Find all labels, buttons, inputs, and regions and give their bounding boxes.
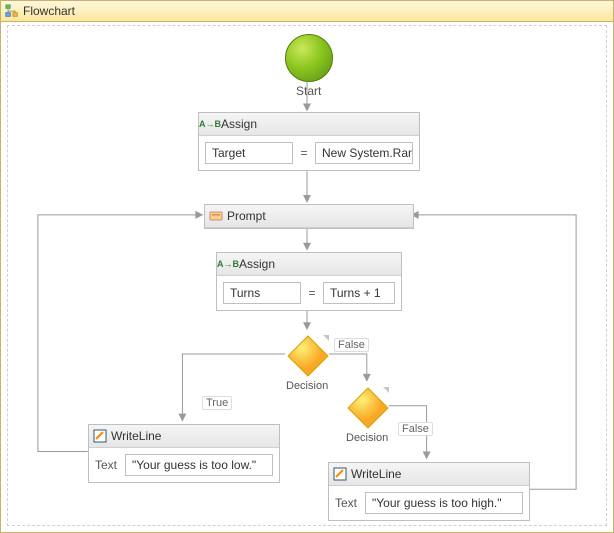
writeline-icon — [93, 429, 107, 443]
start-label: Start — [296, 84, 321, 98]
activity-title: Assign — [239, 257, 275, 271]
decision-true-label: True — [202, 396, 232, 410]
activity-header: WriteLine — [89, 425, 279, 448]
decision-false-label: False — [398, 422, 433, 436]
flowchart-titlebar: Flowchart — [1, 1, 613, 22]
assign-value-field[interactable]: Turns + 1 — [323, 282, 395, 304]
property-label: Text — [95, 458, 117, 472]
assign-icon: A→B — [221, 257, 235, 271]
assign-target-activity[interactable]: A→B Assign Target = New System.Randc — [198, 112, 420, 171]
equals-label: = — [297, 146, 311, 160]
assign-icon: A→B — [203, 117, 217, 131]
activity-title: Assign — [221, 117, 257, 131]
prompt-icon — [209, 209, 223, 223]
decision-label: Decision — [346, 432, 388, 444]
writeline-low-activity[interactable]: WriteLine Text "Your guess is too low." — [88, 424, 280, 483]
assign-turns-activity[interactable]: A→B Assign Turns = Turns + 1 — [216, 252, 402, 311]
assign-value-field[interactable]: New System.Randc — [315, 142, 413, 164]
decision-false-label: False — [334, 338, 369, 352]
prompt-activity[interactable]: Prompt — [204, 204, 414, 229]
property-label: Text — [335, 496, 357, 510]
expand-marker-icon — [323, 335, 329, 341]
writeline-text-field[interactable]: "Your guess is too high." — [365, 492, 523, 514]
assign-to-field[interactable]: Turns — [223, 282, 301, 304]
writeline-text-field[interactable]: "Your guess is too low." — [125, 454, 273, 476]
assign-to-field[interactable]: Target — [205, 142, 293, 164]
writeline-icon — [333, 467, 347, 481]
decision-2[interactable] — [346, 386, 390, 430]
design-surface[interactable]: Start A→B Assign Target = New System.Ran… — [7, 25, 607, 526]
activity-header: A→B Assign — [199, 113, 419, 136]
activity-title: WriteLine — [351, 467, 401, 481]
activity-header: Prompt — [205, 205, 413, 228]
activity-title: WriteLine — [111, 429, 161, 443]
activity-header: WriteLine — [329, 463, 529, 486]
decision-1[interactable] — [286, 334, 330, 378]
writeline-high-activity[interactable]: WriteLine Text "Your guess is too high." — [328, 462, 530, 521]
start-node[interactable] — [285, 34, 333, 82]
equals-label: = — [305, 286, 319, 300]
flowchart-icon — [5, 4, 19, 18]
flowchart-designer[interactable]: Flowchart — [0, 0, 614, 533]
activity-header: A→B Assign — [217, 253, 401, 276]
flowchart-title: Flowchart — [23, 4, 75, 18]
decision-label: Decision — [286, 380, 328, 392]
expand-marker-icon — [383, 387, 389, 393]
activity-title: Prompt — [227, 209, 266, 223]
